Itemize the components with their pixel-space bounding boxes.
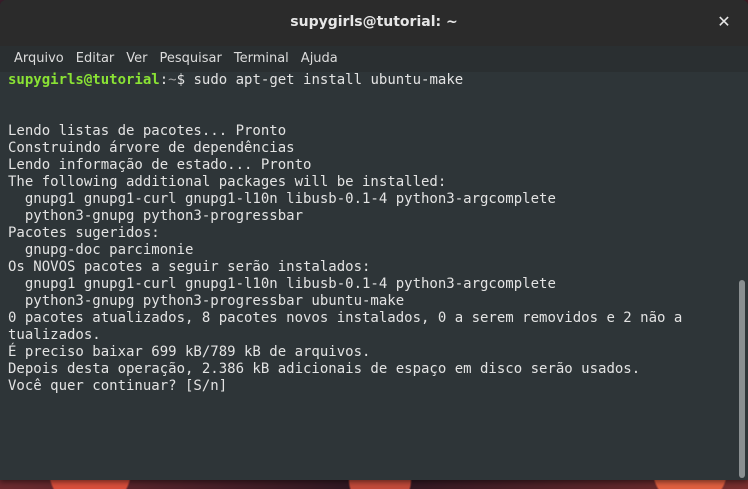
scrollbar-thumb[interactable] <box>739 280 745 478</box>
prompt-symbol: $ <box>176 72 186 88</box>
output-line: python3-gnupg python3-progressbar <box>8 208 304 224</box>
menu-pesquisar[interactable]: Pesquisar <box>154 46 228 72</box>
output-line: É preciso baixar 699 kB/789 kB de arquiv… <box>8 344 371 360</box>
scrollbar[interactable] <box>736 72 748 480</box>
output-line: 0 pacotes atualizados, 8 pacotes novos i… <box>8 310 683 326</box>
window-title: supygirls@tutorial: ~ <box>290 14 458 30</box>
output-line: Lendo informação de estado... Pronto <box>8 157 312 173</box>
menu-ajuda[interactable]: Ajuda <box>295 46 344 72</box>
output-line: Construindo árvore de dependências <box>8 140 295 156</box>
output-line: tualizados. <box>8 327 101 343</box>
menu-bar: Arquivo Editar Ver Pesquisar Terminal Aj… <box>0 46 748 72</box>
output-line: gnupg-doc parcimonie <box>8 242 194 258</box>
terminal-area[interactable]: supygirls@tutorial:~$ sudo apt-get insta… <box>0 72 748 480</box>
output-line: gnupg1 gnupg1-curl gnupg1-l10n libusb-0.… <box>8 276 556 292</box>
command-text: sudo apt-get install ubuntu-make <box>185 72 464 88</box>
terminal-window: supygirls@tutorial: ~ ✕ Arquivo Editar V… <box>0 0 748 480</box>
terminal-output: supygirls@tutorial:~$ sudo apt-get insta… <box>8 72 728 395</box>
menu-ver[interactable]: Ver <box>120 46 153 72</box>
output-line: python3-gnupg python3-progressbar ubuntu… <box>8 293 405 309</box>
output-line: The following additional packages will b… <box>8 174 447 190</box>
prompt-user: supygirls@tutorial <box>8 72 160 88</box>
output-line: Os NOVOS pacotes a seguir serão instalad… <box>8 259 371 275</box>
output-line: gnupg1 gnupg1-curl gnupg1-l10n libusb-0.… <box>8 191 556 207</box>
menu-arquivo[interactable]: Arquivo <box>8 46 70 72</box>
title-bar[interactable]: supygirls@tutorial: ~ ✕ <box>0 0 748 47</box>
close-icon[interactable]: ✕ <box>714 12 734 32</box>
output-line: Depois desta operação, 2.386 kB adiciona… <box>8 361 641 377</box>
menu-terminal[interactable]: Terminal <box>228 46 295 72</box>
prompt-separator: : <box>159 72 169 88</box>
output-line: Pacotes sugeridos: <box>8 225 160 241</box>
menu-editar[interactable]: Editar <box>70 46 121 72</box>
output-line: Você quer continuar? [S/n] <box>8 378 228 394</box>
output-line: Lendo listas de pacotes... Pronto <box>8 123 287 139</box>
prompt-path: ~ <box>168 72 177 88</box>
